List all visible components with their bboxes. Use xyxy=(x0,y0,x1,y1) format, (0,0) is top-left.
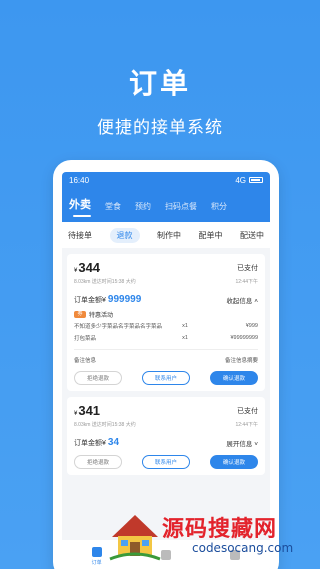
status-bar: 16:40 4G xyxy=(62,172,270,188)
order-card: ¥344 已支付 8.03km 送达时间15:38 大约 12:44下午 订单金… xyxy=(67,254,265,391)
remark-value: 备注信息摘要 xyxy=(224,358,258,364)
subline: 便捷的接单系统 xyxy=(97,118,223,137)
order-status: 已支付 xyxy=(237,407,258,415)
nav-orders[interactable]: 订单 xyxy=(91,546,102,566)
order-total: 34 xyxy=(107,437,120,448)
contact-user-button[interactable]: 联系用户 xyxy=(142,371,190,385)
signal-indicator: 4G xyxy=(235,175,246,185)
tab-scan-order[interactable]: 扫码点餐 xyxy=(165,201,197,222)
promo-tag: 特惠活动 xyxy=(89,313,114,319)
order-distance: 8.03km xyxy=(74,279,91,285)
order-total: 999999 xyxy=(107,294,142,305)
order-status: 已支付 xyxy=(237,264,258,272)
subtab-preparing[interactable]: 制作中 xyxy=(157,230,181,241)
order-status-tabs: 待接单 退款 制作中 配单中 配送中 xyxy=(62,222,270,248)
remark-label: 备注信息 xyxy=(74,358,97,364)
watermark-site: codesocang.com xyxy=(192,541,294,555)
subtab-dispatching[interactable]: 配单中 xyxy=(199,230,223,241)
chevron-up-icon: ˄ xyxy=(254,297,258,305)
contact-user-button[interactable]: 联系用户 xyxy=(142,455,190,469)
order-total-label: 订单金额 xyxy=(74,297,102,304)
tab-takeout[interactable]: 外卖 xyxy=(69,196,91,222)
subtab-delivering[interactable]: 配送中 xyxy=(240,230,264,241)
subtab-pending[interactable]: 待接单 xyxy=(68,230,92,241)
order-list-icon xyxy=(91,546,102,557)
reject-refund-button[interactable]: 拒绝退款 xyxy=(74,371,122,385)
order-card: ¥341 已支付 8.03km 送达时间15:38 大约 12:44下午 订单金… xyxy=(67,397,265,475)
coupon-icon: 券 xyxy=(74,311,86,318)
order-time: 12:44下午 xyxy=(235,279,258,285)
chevron-down-icon: ˅ xyxy=(254,440,258,448)
watermark-title: 源码搜藏网 xyxy=(162,517,278,542)
reject-refund-button[interactable]: 拒绝退款 xyxy=(74,455,122,469)
confirm-refund-button[interactable]: 确认退款 xyxy=(210,371,258,385)
order-price: ¥344 xyxy=(74,260,101,275)
headline: 订单 xyxy=(128,68,191,99)
divider xyxy=(74,349,258,350)
expand-detail-toggle[interactable]: 展开信息 ˅ xyxy=(226,438,258,448)
tab-points[interactable]: 积分 xyxy=(211,201,227,222)
status-time: 16:40 xyxy=(69,175,90,185)
list-item: 不知道多少字菜品名字菜品名字菜品 x1 ¥999 xyxy=(74,323,258,330)
collapse-detail-toggle[interactable]: 收起信息 ˄ xyxy=(226,295,258,305)
order-eta: 送达时间15:38 大约 xyxy=(91,422,136,428)
subtab-refund[interactable]: 退款 xyxy=(109,227,140,243)
house-logo-icon xyxy=(109,515,161,561)
order-price: ¥341 xyxy=(74,403,101,418)
order-time: 12:44下午 xyxy=(235,422,258,428)
tab-dine-in[interactable]: 堂食 xyxy=(105,201,121,222)
main-tabs: 外卖 堂食 预约 扫码点餐 积分 xyxy=(62,188,270,222)
battery-icon xyxy=(249,177,263,183)
tab-reservation[interactable]: 预约 xyxy=(135,201,151,222)
confirm-refund-button[interactable]: 确认退款 xyxy=(210,455,258,469)
watermark: 源码搜藏网 codesocang.com xyxy=(104,505,314,565)
order-total-label: 订单金额 xyxy=(74,440,102,447)
order-eta: 送达时间15:38 大约 xyxy=(91,279,136,285)
order-distance: 8.03km xyxy=(74,422,91,428)
app-header: 16:40 4G 外卖 堂食 预约 扫码点餐 积分 xyxy=(62,172,270,222)
list-item: 打包菜品 x1 ¥99999999 xyxy=(74,335,258,342)
